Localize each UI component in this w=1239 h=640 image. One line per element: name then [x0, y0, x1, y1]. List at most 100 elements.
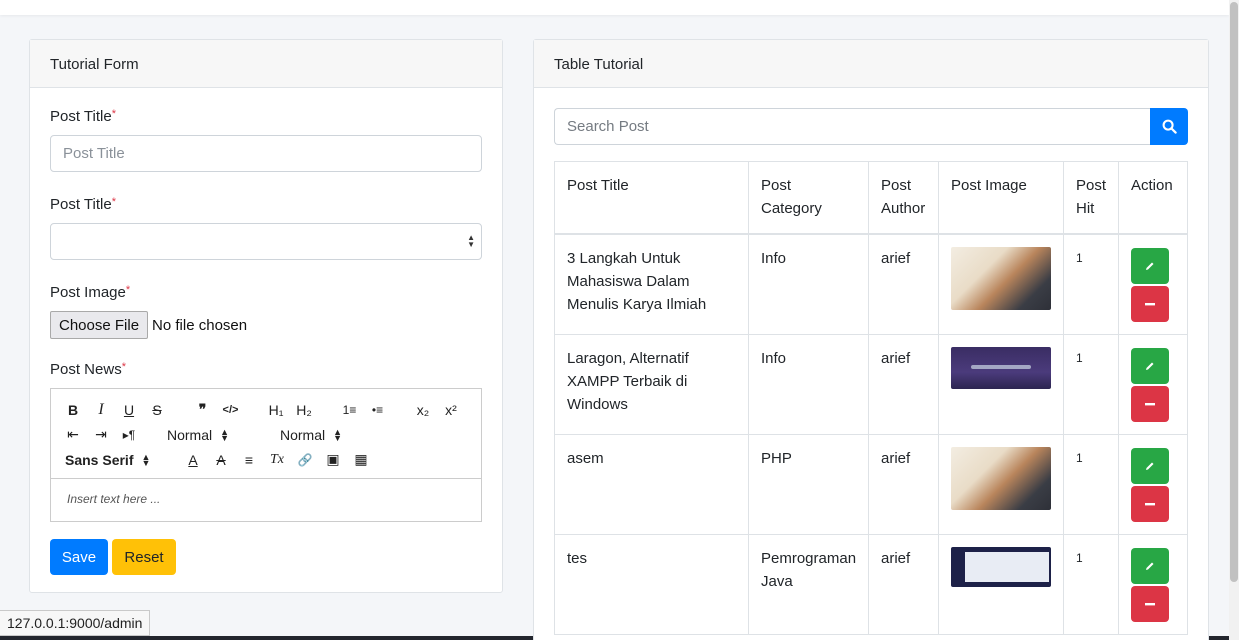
table-row: 3 Langkah Untuk Mahasiswa Dalam Menulis …	[554, 233, 1188, 335]
required-mark: *	[121, 361, 126, 373]
scrollbar-thumb[interactable]	[1230, 2, 1238, 582]
delete-button[interactable]	[1131, 285, 1169, 322]
align-icon[interactable]: ≡	[241, 452, 257, 468]
table-header-row: Post Title Post Category Post Author Pos…	[554, 161, 1188, 235]
top-navbar	[0, 0, 1229, 15]
text-color-icon[interactable]: A	[185, 452, 201, 468]
edit-button[interactable]	[1131, 447, 1169, 484]
blockquote-icon[interactable]: ❞	[195, 401, 211, 418]
pencil-icon	[1146, 262, 1154, 270]
post-image-group: Post Image* Choose File No file chosen	[50, 284, 482, 339]
cell-category: Info	[748, 233, 869, 335]
post-title-group: Post Title*	[50, 108, 482, 172]
search-button[interactable]	[1150, 108, 1188, 145]
code-icon[interactable]: </>	[223, 404, 239, 416]
video-icon[interactable]: ▦	[353, 451, 369, 468]
header-picker[interactable]: Normal ▲ ▼	[280, 427, 390, 443]
editor-toolbar: B I U S ❞ </> H₁ H₂ 1≡ •≡ x₂ x² ⇤ ⇥ ▸¶ N…	[51, 389, 481, 479]
ordered-list-icon[interactable]: 1≡	[342, 403, 358, 417]
cell-title: Laragon, Alternatif XAMPP Terbaik di Win…	[554, 333, 749, 435]
post-thumbnail	[951, 246, 1051, 310]
pencil-icon	[1146, 462, 1154, 470]
post-thumbnail	[951, 346, 1051, 389]
delete-button[interactable]	[1131, 485, 1169, 522]
text-direction-icon[interactable]: ▸¶	[121, 428, 137, 442]
minus-icon	[1145, 302, 1155, 305]
edit-button[interactable]	[1131, 247, 1169, 284]
post-category-label: Post Title*	[50, 196, 482, 213]
post-category-select[interactable]: ▲ ▼	[50, 223, 482, 260]
header-picker-label: Normal	[280, 426, 326, 443]
table-row: asem PHP arief 1	[554, 433, 1188, 535]
file-status-text: No file chosen	[152, 316, 248, 334]
picker-caret-icon: ▲ ▼	[220, 426, 230, 443]
post-thumbnail	[951, 546, 1051, 587]
toolbar-row-2: ⇤ ⇥ ▸¶ Normal ▲ ▼ Normal ▲ ▼	[65, 422, 471, 447]
minus-icon	[1145, 402, 1155, 405]
size-picker[interactable]: Normal ▲ ▼	[167, 427, 280, 443]
toolbar-row-3: Sans Serif ▲ ▼ A A ≡ Tx 🔗 ▣ ▦	[65, 447, 471, 472]
cell-action	[1118, 233, 1188, 335]
post-title-label: Post Title*	[50, 108, 482, 125]
edit-button[interactable]	[1131, 347, 1169, 384]
indent-icon[interactable]: ⇥	[93, 426, 109, 443]
cell-category: PHP	[748, 433, 869, 535]
table-body: Post Title Post Category Post Author Pos…	[534, 88, 1208, 640]
image-icon[interactable]: ▣	[325, 451, 341, 468]
cell-hit: 1	[1063, 433, 1119, 535]
search-icon	[1162, 119, 1177, 134]
subscript-icon[interactable]: x₂	[415, 402, 431, 418]
tutorial-form-card: Tutorial Form Post Title* Post Title* ▲▼…	[29, 39, 503, 593]
cell-action	[1118, 333, 1188, 435]
cell-author: arief	[868, 533, 939, 635]
clear-format-icon[interactable]: Tx	[269, 452, 285, 468]
editor-content-area[interactable]: Insert text here ...	[51, 479, 481, 521]
pencil-icon	[1146, 562, 1154, 570]
header-post-category: Post Category	[748, 161, 869, 235]
post-image-label-text: Post Image	[50, 284, 126, 301]
strikethrough-icon[interactable]: S	[149, 402, 165, 418]
picker-caret-icon: ▲ ▼	[333, 426, 343, 443]
delete-button[interactable]	[1131, 385, 1169, 422]
outdent-icon[interactable]: ⇤	[65, 426, 81, 443]
rich-text-editor: B I U S ❞ </> H₁ H₂ 1≡ •≡ x₂ x² ⇤ ⇥ ▸¶ N…	[50, 388, 482, 522]
font-picker[interactable]: Sans Serif ▲ ▼	[65, 452, 185, 468]
font-picker-label: Sans Serif	[65, 451, 134, 468]
choose-file-button[interactable]: Choose File	[50, 311, 149, 339]
bullet-list-icon[interactable]: •≡	[370, 403, 386, 417]
cell-action	[1118, 433, 1188, 535]
toolbar-row-1: B I U S ❞ </> H₁ H₂ 1≡ •≡ x₂ x²	[65, 397, 471, 422]
cell-image	[938, 333, 1064, 435]
page-scrollbar[interactable]	[1229, 0, 1239, 640]
background-color-icon[interactable]: A	[213, 452, 229, 468]
delete-button[interactable]	[1131, 585, 1169, 622]
browser-status-url: 127.0.0.1:9000/admin	[0, 610, 151, 636]
header-post-image: Post Image	[938, 161, 1064, 235]
post-category-label-text: Post Title	[50, 196, 112, 213]
cell-category: Pemrograman Java	[748, 533, 869, 635]
file-input: Choose File No file chosen	[50, 311, 482, 339]
reset-button[interactable]: Reset	[112, 539, 176, 575]
post-title-label-text: Post Title	[50, 108, 112, 125]
header-action: Action	[1118, 161, 1188, 235]
underline-icon[interactable]: U	[121, 402, 137, 418]
cell-image	[938, 533, 1064, 635]
table-tutorial-card: Table Tutorial Post Title Post Category …	[533, 39, 1209, 640]
superscript-icon[interactable]: x²	[443, 402, 459, 418]
link-icon[interactable]: 🔗	[297, 453, 313, 467]
h1-icon[interactable]: H₁	[268, 402, 284, 418]
cell-image	[938, 233, 1064, 335]
edit-button[interactable]	[1131, 547, 1169, 584]
h2-icon[interactable]: H₂	[296, 402, 312, 418]
italic-icon[interactable]: I	[93, 401, 109, 419]
minus-icon	[1145, 602, 1155, 605]
cell-hit: 1	[1063, 233, 1119, 335]
pencil-icon	[1146, 362, 1154, 370]
save-button[interactable]: Save	[50, 539, 108, 575]
post-news-group: Post News* B I U S ❞ </> H₁ H₂ 1≡ •≡ x₂ …	[50, 361, 482, 522]
cell-hit: 1	[1063, 533, 1119, 635]
post-title-input[interactable]	[50, 135, 482, 172]
bold-icon[interactable]: B	[65, 402, 81, 418]
search-input[interactable]	[554, 108, 1150, 145]
cell-category: Info	[748, 333, 869, 435]
